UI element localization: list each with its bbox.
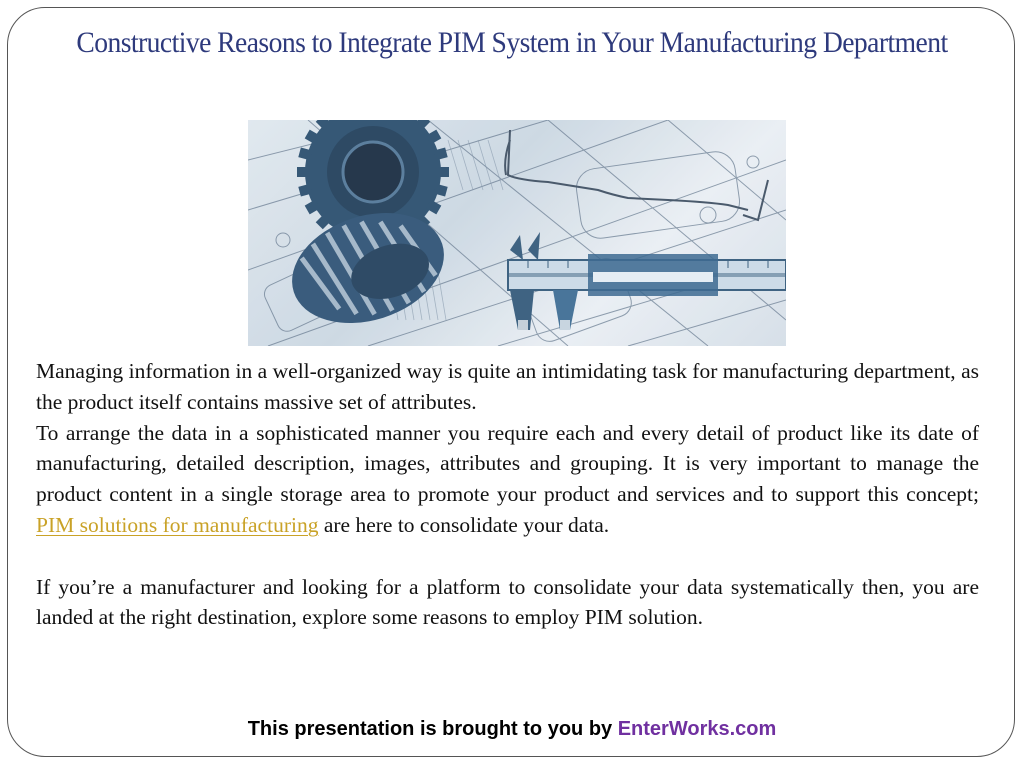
paragraph-arrange-tail: are here to consolidate your data. bbox=[318, 512, 610, 537]
body-text: Managing information in a well-organized… bbox=[36, 356, 979, 633]
slide-title: Constructive Reasons to Integrate PIM Sy… bbox=[76, 26, 948, 59]
paragraph-intro: Managing information in a well-organized… bbox=[36, 359, 979, 414]
footer-credit: This presentation is brought to you by E… bbox=[0, 714, 1024, 744]
paragraph-arrange-text: To arrange the data in a sophisticated m… bbox=[36, 420, 979, 507]
paragraph-arrange: To arrange the data in a sophisticated m… bbox=[36, 418, 979, 541]
gears-calipers-blueprint-icon bbox=[248, 120, 786, 346]
enterworks-link[interactable]: EnterWorks.com bbox=[618, 718, 777, 740]
pim-solutions-link[interactable]: PIM solutions for manufacturing bbox=[36, 513, 318, 537]
paragraph-manufacturer: If you’re a manufacturer and looking for… bbox=[36, 574, 979, 630]
hero-image bbox=[248, 120, 786, 346]
footer-prefix: This presentation is brought to you by bbox=[247, 718, 618, 740]
